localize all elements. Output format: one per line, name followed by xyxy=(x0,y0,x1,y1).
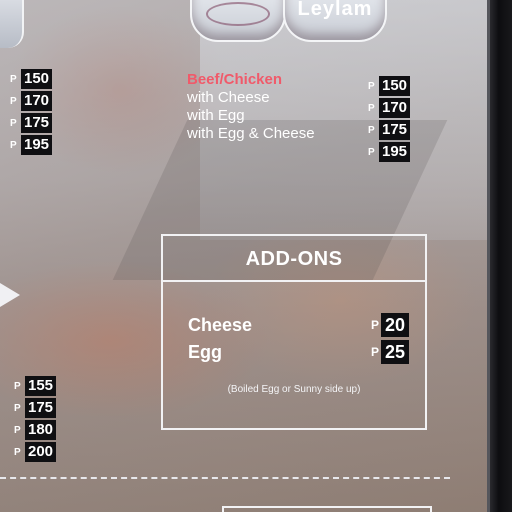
currency-mark: P xyxy=(370,345,379,359)
price-row: P 150 xyxy=(368,75,411,97)
arrow-icon xyxy=(0,283,20,307)
currency-mark: P xyxy=(10,117,17,129)
board-frame xyxy=(490,0,512,512)
addon-row-egg: Egg P 25 xyxy=(188,339,409,365)
currency-mark: P xyxy=(14,380,21,392)
price-tag: 195 xyxy=(379,142,411,162)
price-row: P 150 xyxy=(10,68,53,90)
currency-mark: P xyxy=(14,402,21,414)
menu-item-title: Beef/Chicken xyxy=(187,71,283,88)
currency-mark: P xyxy=(10,95,17,107)
price-row: P 175 xyxy=(368,119,411,141)
price-tag: 155 xyxy=(25,376,57,396)
dashed-divider xyxy=(0,477,450,479)
addon-row-cheese: Cheese P 20 xyxy=(188,312,409,338)
addon-name: Egg xyxy=(188,341,222,362)
price-row: P 155 xyxy=(14,375,57,397)
price-tag: 170 xyxy=(379,98,411,118)
price-row: P 180 xyxy=(14,419,57,441)
currency-mark: P xyxy=(368,80,375,92)
price-tag: 175 xyxy=(379,120,411,140)
addons-heading: ADD-ONS xyxy=(163,236,425,282)
cup-image-left xyxy=(190,0,286,42)
currency-mark: P xyxy=(10,73,17,85)
currency-mark: P xyxy=(370,318,379,332)
price-tag: 200 xyxy=(25,442,57,462)
price-row: P 175 xyxy=(10,112,53,134)
currency-mark: P xyxy=(10,139,17,151)
price-tag: 180 xyxy=(25,420,57,440)
price-tag: 175 xyxy=(25,398,57,418)
price-row: P 175 xyxy=(14,397,57,419)
price-tag: 170 xyxy=(21,91,53,111)
price-tag: 195 xyxy=(21,135,53,155)
cup-brand-label: Leylam xyxy=(297,0,373,20)
menu-board-photo: Leylam P 150 P 170 P 175 P 195 Beef/Chicken … xyxy=(0,0,512,512)
currency-mark: P xyxy=(14,446,21,458)
currency-mark: P xyxy=(14,424,21,436)
cup-swirl-decoration xyxy=(206,2,270,26)
menu-item-variants: Beef/Chicken with Cheese with Egg with E… xyxy=(187,71,315,143)
cup-image-right: Leylam xyxy=(283,0,387,42)
addon-price-tag: 20 xyxy=(380,313,409,337)
variant-label: with Egg xyxy=(187,107,245,124)
price-tag: 150 xyxy=(379,76,411,96)
addon-name: Cheese xyxy=(188,314,253,335)
price-row: P 170 xyxy=(368,97,411,119)
next-section-box xyxy=(222,506,432,512)
price-column-top-left: P 150 P 170 P 175 P 195 xyxy=(10,68,53,156)
price-row: P 200 xyxy=(14,441,57,463)
price-row: P 195 xyxy=(368,141,411,163)
currency-mark: P xyxy=(368,146,375,158)
price-row: P 170 xyxy=(10,90,53,112)
price-column-menu-item: P 150 P 170 P 175 P 195 xyxy=(368,75,411,163)
currency-mark: P xyxy=(368,124,375,136)
variant-label: with Cheese xyxy=(187,89,270,106)
addons-note: (Boiled Egg or Sunny side up) xyxy=(227,384,361,395)
addon-price-tag: 25 xyxy=(380,340,409,364)
variant-label: with Egg & Cheese xyxy=(187,125,315,142)
price-column-bottom-left: P 155 P 175 P 180 P 200 xyxy=(14,375,57,463)
price-tag: 150 xyxy=(21,69,53,89)
cup-image-left-edge xyxy=(0,0,24,48)
addons-box: ADD-ONS Cheese P 20 Egg P 25 (Boiled Egg… xyxy=(161,234,427,430)
price-row: P 195 xyxy=(10,134,53,156)
price-tag: 175 xyxy=(21,113,53,133)
currency-mark: P xyxy=(368,102,375,114)
